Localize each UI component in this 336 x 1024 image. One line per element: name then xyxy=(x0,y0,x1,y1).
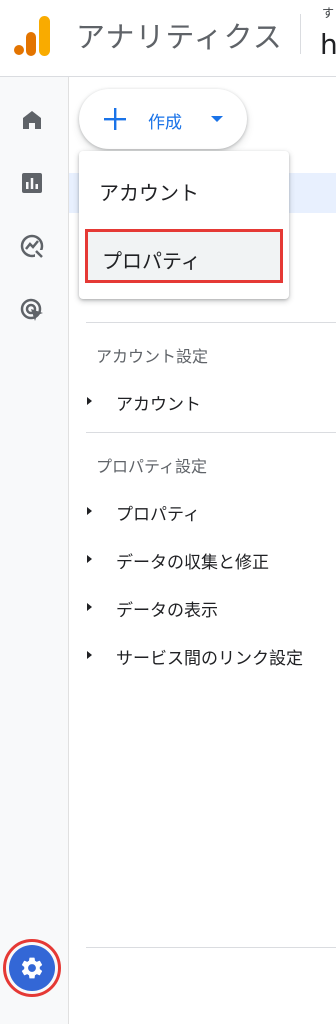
create-button[interactable]: 作成 xyxy=(79,89,247,149)
left-nav-rail xyxy=(0,77,69,1024)
section-divider xyxy=(86,432,336,433)
account-selector-label[interactable]: す xyxy=(322,4,334,21)
caret-right-icon xyxy=(87,603,92,611)
caret-right-icon xyxy=(87,397,92,405)
nav-item-label: データの収集と修正 xyxy=(116,553,269,573)
nav-item-label: サービス間のリンク設定 xyxy=(116,649,303,669)
nav-item-property[interactable]: プロパティ xyxy=(69,491,336,531)
explore-icon[interactable] xyxy=(17,231,47,261)
nav-item-data-collection[interactable]: データの収集と修正 xyxy=(69,539,336,579)
account-selector-name[interactable]: h xyxy=(320,28,336,61)
menu-item-label: プロパティ xyxy=(102,249,201,273)
gear-icon xyxy=(21,957,43,979)
caret-right-icon xyxy=(87,555,92,563)
section-title-property-settings: プロパティ設定 xyxy=(96,457,208,476)
header-divider xyxy=(300,14,301,54)
app-title: アナリティクス xyxy=(76,20,283,54)
admin-settings-button[interactable] xyxy=(9,945,55,991)
create-button-label: 作成 xyxy=(148,113,182,133)
plus-icon xyxy=(104,108,126,130)
chevron-down-icon xyxy=(211,116,223,122)
caret-right-icon xyxy=(87,507,92,515)
top-app-bar: アナリティクス す h xyxy=(0,0,336,77)
menu-item-account[interactable]: アカウント xyxy=(79,161,289,219)
menu-item-property[interactable]: プロパティ xyxy=(85,229,283,283)
home-icon[interactable] xyxy=(17,105,47,135)
nav-item-data-display[interactable]: データの表示 xyxy=(69,587,336,627)
nav-item-account[interactable]: アカウント xyxy=(69,381,336,421)
section-title-account-settings: アカウント設定 xyxy=(96,347,209,366)
analytics-logo xyxy=(14,16,50,56)
admin-panel: 作成 アカウント プロパティ アカウント設定 アカウント プロパティ設定 プロパ… xyxy=(69,77,336,1024)
nav-item-label: データの表示 xyxy=(116,601,218,621)
section-divider xyxy=(86,947,336,948)
section-divider xyxy=(86,322,336,323)
nav-item-product-links[interactable]: サービス間のリンク設定 xyxy=(69,635,336,675)
nav-item-label: アカウント xyxy=(116,395,201,415)
caret-right-icon xyxy=(87,651,92,659)
nav-item-label: プロパティ xyxy=(116,505,200,525)
ads-cursor-icon[interactable] xyxy=(17,295,47,325)
bar-chart-icon[interactable] xyxy=(17,168,47,198)
menu-item-label: アカウント xyxy=(99,181,199,205)
admin-page: アナリティクス す h 作成 アカウント プロパティ アカウント設定 アカウント… xyxy=(0,0,336,1024)
create-menu: アカウント プロパティ xyxy=(79,151,289,299)
